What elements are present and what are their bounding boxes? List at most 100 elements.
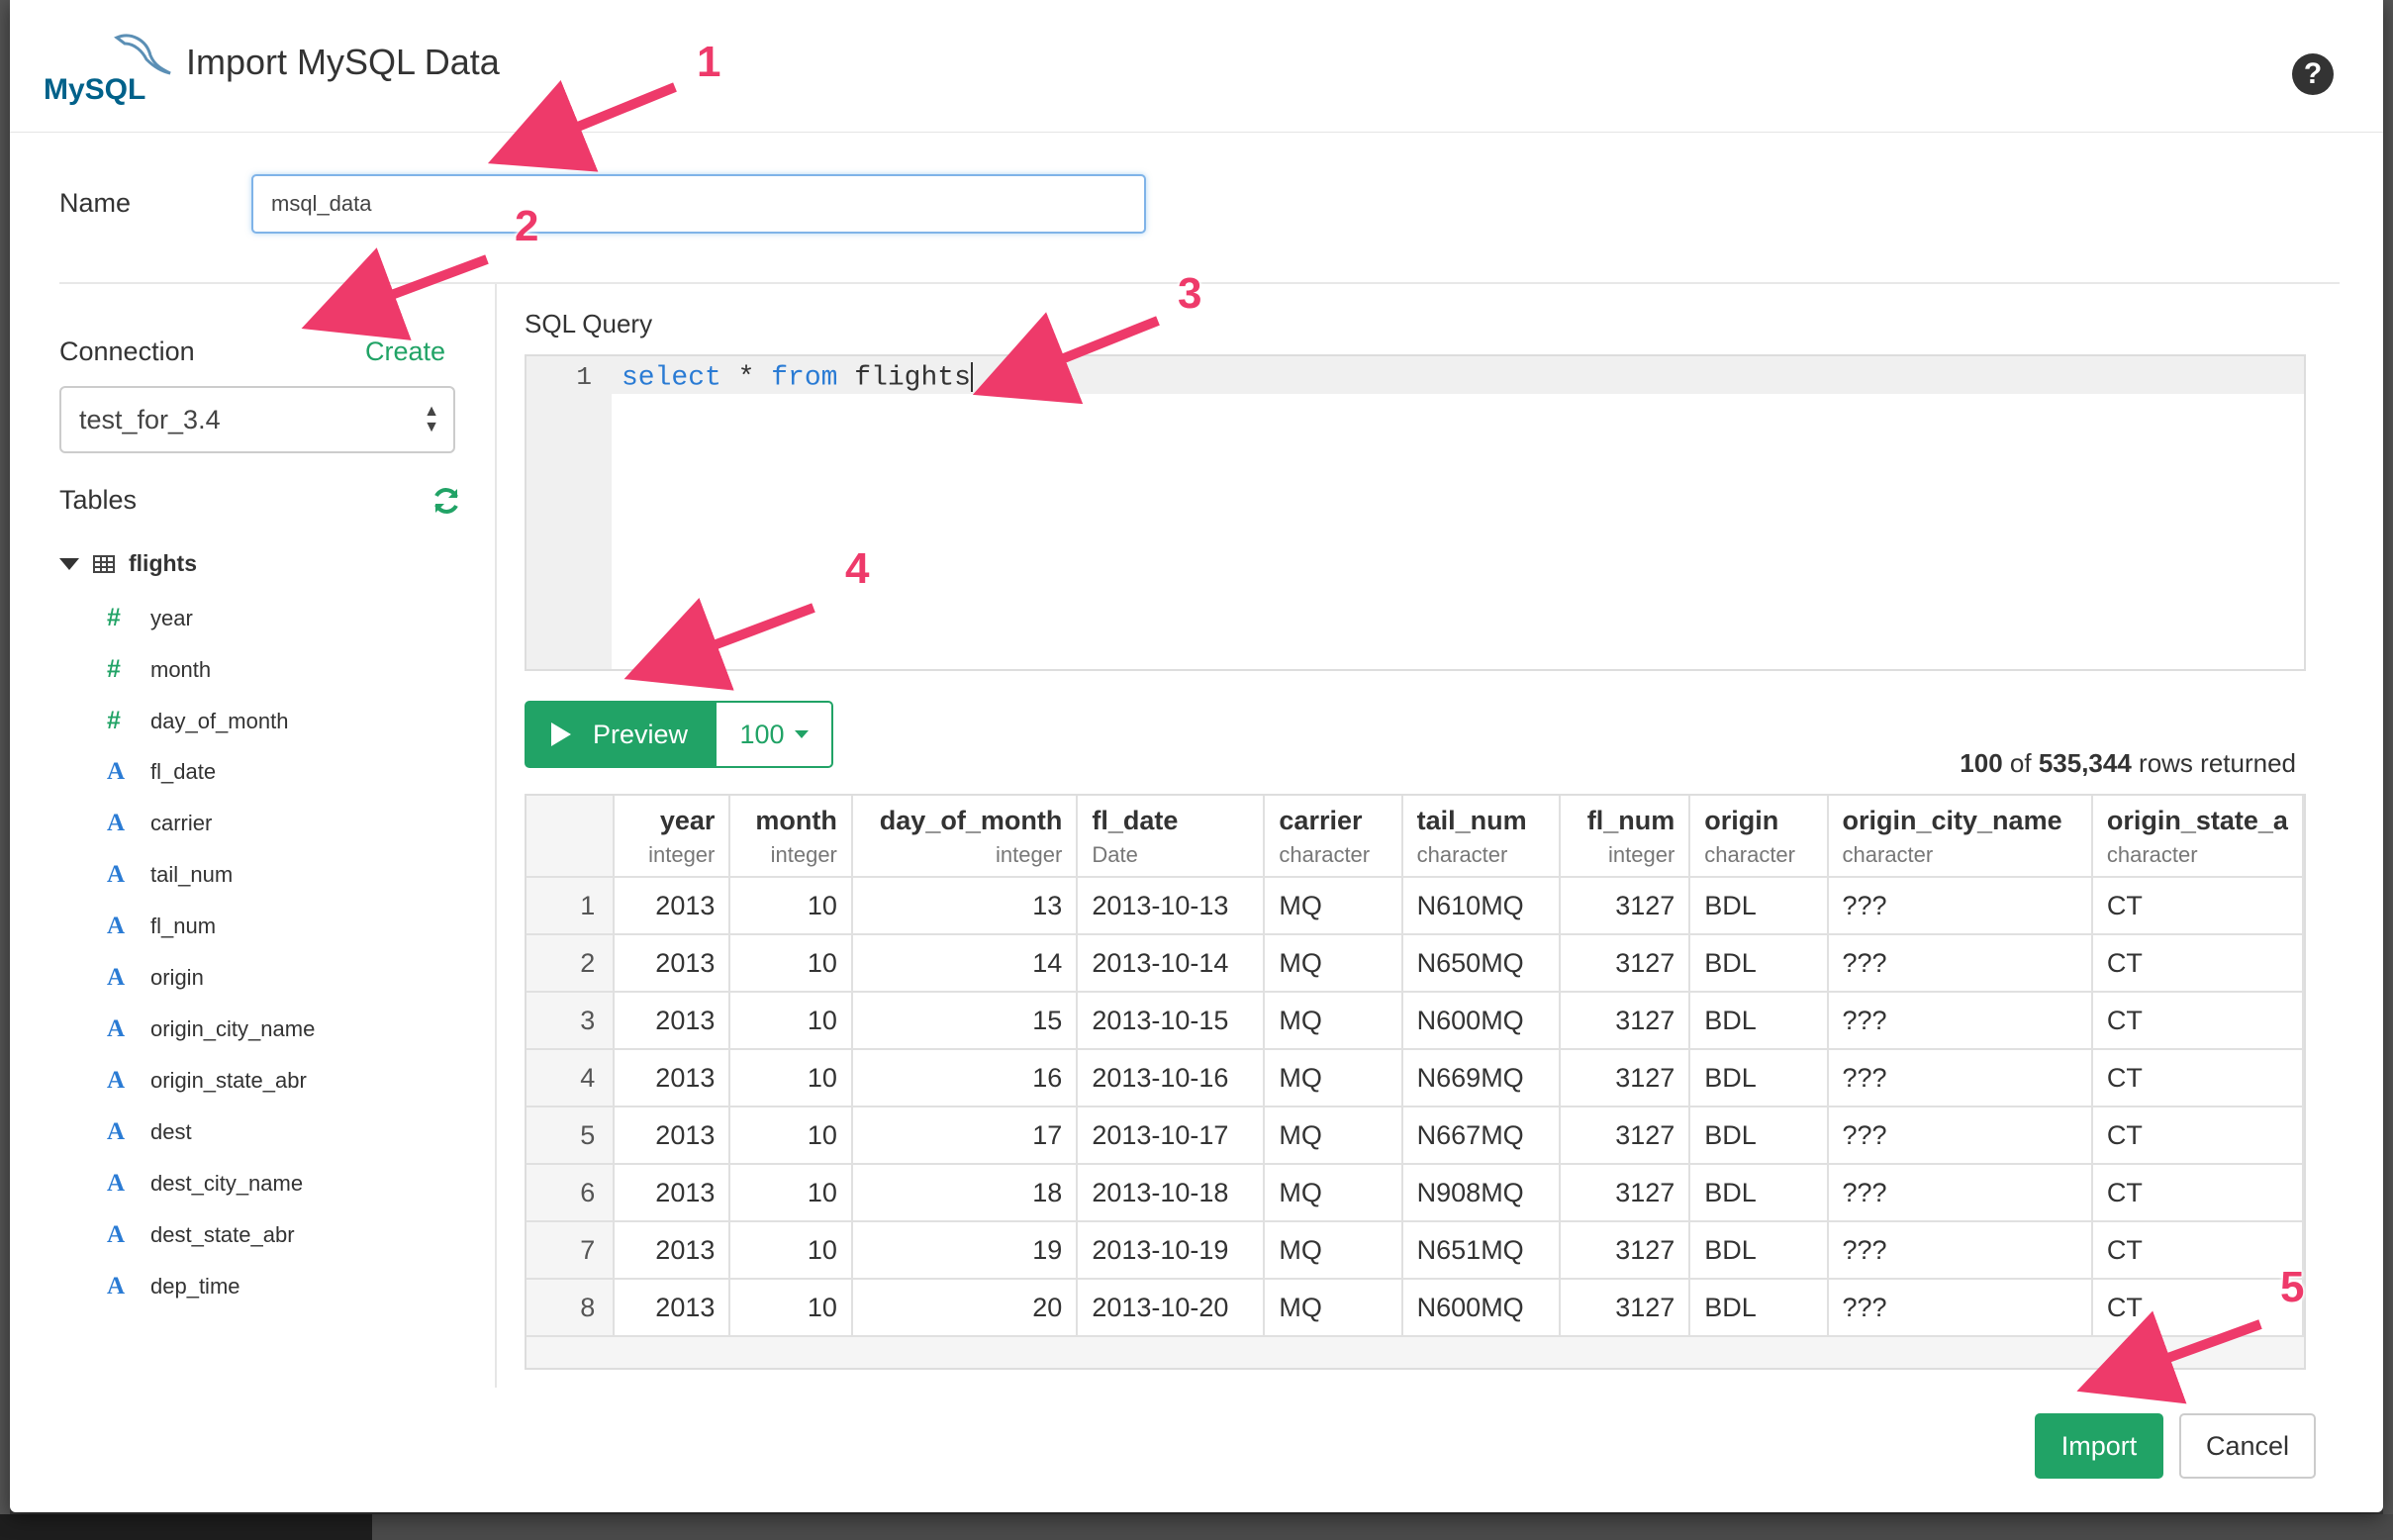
- sql-keyword-from: from: [771, 362, 838, 394]
- table-grid-icon: [93, 554, 115, 573]
- table-row[interactable]: 6 2013 10 18 2013-10-18 MQ N908MQ 3127 BDL??? CT: [526, 1164, 2304, 1222]
- table-cell: ???: [1827, 877, 2093, 935]
- table-cell: 10: [729, 877, 853, 935]
- column-item[interactable]: # year: [107, 604, 193, 632]
- column-header[interactable]: carrier character: [1264, 796, 1403, 878]
- connection-select[interactable]: test_for_3.4 ▲ ▼: [59, 386, 455, 453]
- refresh-icon[interactable]: [431, 485, 462, 517]
- table-cell: 2013: [614, 1279, 731, 1337]
- column-name: dep_time: [150, 1274, 240, 1299]
- column-item[interactable]: Aorigin_state_abr: [107, 1067, 307, 1095]
- text-type-icon: A: [107, 1273, 126, 1299]
- column-item[interactable]: Adep_time: [107, 1273, 240, 1300]
- caret-down-icon[interactable]: [59, 557, 79, 570]
- table-cell: MQ: [1264, 992, 1403, 1050]
- sql-editor[interactable]: 1 select * from flights: [525, 354, 2306, 671]
- table-cell: 2013: [614, 877, 731, 935]
- column-header-name: origin_city_name: [1842, 806, 2062, 835]
- column-item[interactable]: Acarrier: [107, 810, 212, 837]
- column-item[interactable]: Afl_date: [107, 758, 216, 786]
- column-header[interactable]: origin_state_a character: [2091, 796, 2304, 878]
- backdrop-left: [0, 0, 10, 1540]
- column-item[interactable]: # day_of_month: [107, 707, 288, 735]
- preview-label: Preview: [592, 719, 689, 749]
- table-cell: CT: [2091, 1164, 2304, 1222]
- column-header-name: month: [755, 806, 837, 835]
- column-header[interactable]: origin_city_name character: [1827, 796, 2093, 878]
- table-cell: N600MQ: [1401, 992, 1561, 1050]
- column-header[interactable]: year integer: [614, 796, 731, 878]
- text-type-icon: A: [107, 964, 126, 991]
- header-row: year integer month integer day_of_month integ…: [526, 796, 2304, 878]
- play-icon: [550, 722, 571, 746]
- line-number: 1: [576, 362, 592, 392]
- name-label: Name: [59, 188, 132, 218]
- cancel-button[interactable]: Cancel: [2179, 1413, 2316, 1479]
- table-cell: 10: [729, 992, 853, 1050]
- column-item[interactable]: Aorigin: [107, 964, 204, 992]
- column-header-type: integer: [996, 842, 1063, 867]
- column-item[interactable]: Atail_num: [107, 861, 233, 889]
- preview-data-grid[interactable]: year integer month integer day_of_month integ…: [525, 794, 2306, 1370]
- column-header-type: integer: [770, 842, 837, 867]
- column-item[interactable]: Adest: [107, 1118, 192, 1146]
- name-input[interactable]: [251, 174, 1146, 234]
- table-cell: BDL: [1689, 1164, 1829, 1222]
- table-cell: 3127: [1559, 1221, 1691, 1280]
- column-header-name: tail_num: [1416, 806, 1527, 835]
- sql-code[interactable]: select * from flights: [622, 362, 973, 393]
- table-cell: CT: [2091, 1221, 2304, 1280]
- row-number-header: [526, 796, 616, 878]
- column-name: day_of_month: [150, 708, 289, 733]
- table-cell: ???: [1827, 992, 2093, 1050]
- preview-button[interactable]: Preview: [525, 701, 715, 768]
- table-cell: 15: [851, 992, 1079, 1050]
- table-cell: 3127: [1559, 1049, 1691, 1107]
- table-row[interactable]: 3 2013 10 15 2013-10-15 MQ N600MQ 3127 BDL??? CT: [526, 992, 2304, 1050]
- table-row[interactable]: 2 2013 10 14 2013-10-14 MQ N650MQ 3127 BDL??? CT: [526, 934, 2304, 993]
- column-header[interactable]: origin character: [1689, 796, 1829, 878]
- table-row[interactable]: 7 2013 10 19 2013-10-19 MQ N651MQ 3127 BDL??? CT: [526, 1221, 2304, 1280]
- column-header-type: character: [1842, 842, 1934, 867]
- table-cell: ???: [1827, 1221, 2093, 1280]
- column-header[interactable]: tail_num character: [1401, 796, 1561, 878]
- column-item[interactable]: # month: [107, 655, 211, 684]
- column-header-type: character: [1279, 842, 1371, 867]
- table-row[interactable]: 8 2013 10 20 2013-10-20 MQ N600MQ 3127 BDL??? CT: [526, 1279, 2304, 1337]
- table-cell: BDL: [1689, 1221, 1829, 1280]
- table-cell: 20: [851, 1279, 1079, 1337]
- column-header[interactable]: day_of_month integer: [851, 796, 1079, 878]
- table-row[interactable]: 4 2013 10 16 2013-10-16 MQ N669MQ 3127 BDL??? CT: [526, 1049, 2304, 1107]
- table-name: flights: [129, 550, 197, 576]
- mysql-logo: MySQL: [44, 34, 171, 106]
- table-cell: ???: [1827, 1107, 2093, 1165]
- select-updown-icon: ▲ ▼: [424, 403, 439, 435]
- numeric-type-icon: #: [107, 604, 121, 631]
- table-row[interactable]: 1 2013 10 13 2013-10-13 MQ N610MQ 3127 BDL??? CT: [526, 877, 2304, 935]
- column-header[interactable]: fl_date Date: [1077, 796, 1266, 878]
- text-type-icon: A: [107, 1170, 126, 1197]
- column-item[interactable]: Adest_state_abr: [107, 1221, 295, 1249]
- column-header[interactable]: month integer: [729, 796, 853, 878]
- table-cell: CT: [2091, 992, 2304, 1050]
- row-number: 1: [526, 877, 616, 935]
- column-item[interactable]: Adest_city_name: [107, 1170, 303, 1198]
- table-cell: N667MQ: [1401, 1107, 1561, 1165]
- help-icon[interactable]: ?: [2292, 53, 2334, 95]
- column-item[interactable]: Aorigin_city_name: [107, 1015, 315, 1043]
- table-row[interactable]: 5 2013 10 17 2013-10-17 MQ N667MQ 3127 BDL??? CT: [526, 1107, 2304, 1165]
- table-cell: 2013-10-17: [1077, 1107, 1266, 1165]
- import-button[interactable]: Import: [2035, 1413, 2163, 1479]
- column-item[interactable]: Afl_num: [107, 913, 216, 940]
- table-tree-flights[interactable]: flights: [59, 550, 197, 577]
- table-cell: 3127: [1559, 992, 1691, 1050]
- column-name: fl_date: [150, 759, 217, 784]
- create-connection-link[interactable]: Create: [365, 337, 445, 367]
- sql-keyword-select: select: [622, 362, 721, 394]
- column-header-name: fl_date: [1092, 806, 1179, 835]
- table-cell: MQ: [1264, 1049, 1403, 1107]
- rows-suffix: rows returned: [2131, 748, 2296, 778]
- column-header[interactable]: fl_num integer: [1559, 796, 1691, 878]
- row-limit-dropdown[interactable]: 100: [715, 701, 833, 768]
- caret-down-icon: [794, 730, 809, 738]
